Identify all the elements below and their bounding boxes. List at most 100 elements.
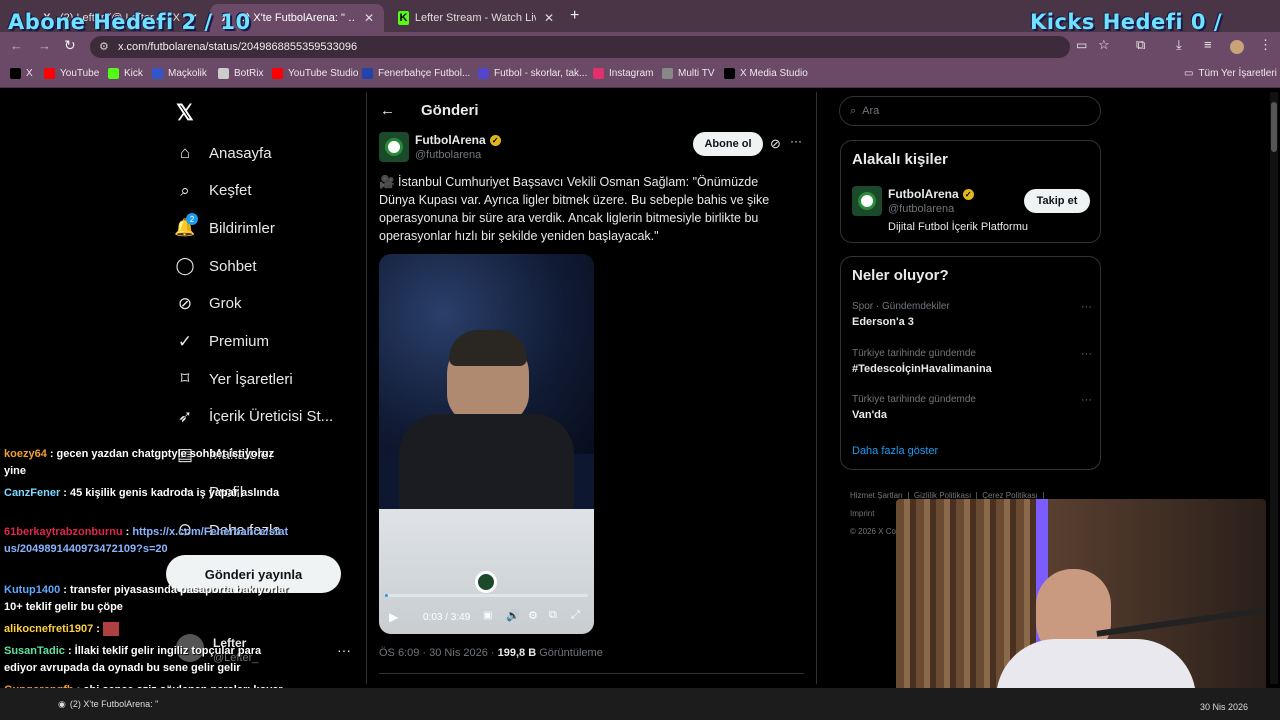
- trend-title: #TedescoİçinHavalimanina: [852, 362, 992, 375]
- all-bookmarks[interactable]: ▭ Tüm Yer İşaretleri: [1184, 68, 1277, 79]
- tab-label: (2) X'te FutbolArena: " … İstanb: [236, 12, 356, 24]
- home-icon: ⌂: [179, 143, 191, 162]
- sidebar-item-ke-fet[interactable]: ⌕ Keşfet: [174, 180, 252, 202]
- browser-icon: ◉: [58, 698, 66, 709]
- sidebar-item-label: Keşfet: [209, 182, 252, 200]
- chat-message: koezy64: gecen yazdan chatgptyle sohbet …: [4, 446, 294, 480]
- site-info-icon[interactable]: ⚙: [99, 40, 109, 53]
- trend-item[interactable]: Türkiye tarihinde gündemde Van'da ···: [852, 394, 1092, 421]
- search-icon: ⌕: [850, 104, 857, 117]
- cast-icon[interactable]: ▭: [1076, 38, 1087, 52]
- more-icon[interactable]: ···: [1081, 394, 1092, 406]
- taskbar-task[interactable]: ◉ (2) X'te FutbolArena: ": [58, 694, 178, 714]
- follow-button[interactable]: Takip et: [1024, 189, 1090, 213]
- tweet-meta: ÖS 6:09 · 30 Nis 2026 · 199,8 B Görüntül…: [379, 647, 603, 659]
- trend-item[interactable]: Spor · Gündemdekiler Ederson'a 3 ···: [852, 301, 1092, 328]
- chat-message: 61berkaytrabzonburnu: https://x.com/Fene…: [4, 524, 294, 558]
- x-icon: [724, 68, 735, 79]
- back-icon[interactable]: ←: [10, 38, 23, 53]
- bookmark-item[interactable]: Multi TV: [662, 68, 715, 79]
- pip-icon[interactable]: ⧉: [549, 609, 557, 622]
- related-avatar[interactable]: [852, 186, 882, 216]
- close-icon[interactable]: ✕: [536, 11, 554, 25]
- notification-badge: 2: [186, 213, 198, 226]
- forward-icon[interactable]: →: [38, 38, 51, 53]
- sidebar-item-grok[interactable]: ⊘ Grok: [174, 293, 242, 315]
- scrollbar[interactable]: [1270, 92, 1278, 684]
- football-icon: [475, 571, 497, 593]
- sidebar-item-sohbet[interactable]: ◯ Sohbet: [174, 255, 256, 277]
- extensions-icon[interactable]: ⧉: [1136, 37, 1145, 53]
- sidebar-item-label: Grok: [209, 295, 242, 313]
- fullscreen-icon[interactable]: ⤢: [571, 609, 580, 622]
- bookmark-item[interactable]: X: [10, 68, 33, 79]
- sidebar-item-i-erik-reticisi-st-[interactable]: ➶ İçerik Üreticisi St...: [174, 406, 333, 428]
- more-icon[interactable]: ···: [1081, 301, 1092, 313]
- more-icon[interactable]: ···: [790, 134, 802, 148]
- taskbar-date: 30 Nis 2026: [1200, 702, 1249, 712]
- tab-kick[interactable]: K Lefter Stream - Watch Live on K ✕: [388, 4, 564, 32]
- bookmark-item[interactable]: BotRix: [218, 68, 263, 79]
- bookmark-item[interactable]: Instagram: [593, 68, 653, 79]
- x-logo-icon[interactable]: 𝕏: [176, 100, 194, 126]
- trend-item[interactable]: Türkiye tarihinde gündemde #TedescoİçinHa…: [852, 348, 1092, 375]
- settings-icon[interactable]: ⚙: [528, 609, 538, 622]
- avatar[interactable]: [1230, 40, 1244, 54]
- media-icon[interactable]: ≡: [1204, 37, 1212, 52]
- tweet-video[interactable]: ▶ 0:03 / 3:49 ▣ 🔊 ⚙ ⧉ ⤢: [379, 254, 594, 634]
- bookmark-item[interactable]: YouTube: [44, 68, 99, 79]
- show-more-link[interactable]: Daha fazla göster: [852, 445, 938, 457]
- captions-icon[interactable]: ▣: [483, 610, 492, 621]
- webcam-overlay: [896, 499, 1266, 706]
- chat-username: SusanTadic: [4, 645, 65, 657]
- author-name-row[interactable]: FutbolArena ✓: [415, 133, 501, 147]
- bookmark-label: X: [26, 68, 33, 79]
- volume-icon[interactable]: 🔊: [506, 609, 520, 622]
- author-avatar[interactable]: [379, 132, 409, 162]
- tweet-views-label: Görüntüleme: [539, 647, 603, 659]
- subscribe-button[interactable]: Abone ol: [693, 132, 763, 156]
- close-icon[interactable]: ✕: [356, 11, 374, 25]
- bookmark-item[interactable]: X Media Studio: [724, 68, 808, 79]
- chat-separator: :: [67, 645, 75, 657]
- address-bar[interactable]: ⚙ x.com/futbolarena/status/2049868855359…: [90, 36, 1070, 58]
- download-icon[interactable]: ⤓: [1176, 37, 1182, 53]
- play-icon[interactable]: ▶: [389, 610, 398, 624]
- trend-title: Van'da: [852, 409, 888, 421]
- grok-icon[interactable]: ⊘: [770, 136, 781, 152]
- new-tab-button[interactable]: +: [570, 7, 579, 25]
- star-icon[interactable]: ☆: [1098, 37, 1110, 53]
- bookmark-item[interactable]: Fenerbahçe Futbol...: [362, 68, 470, 79]
- menu-icon[interactable]: ⋮: [1259, 37, 1272, 53]
- sidebar-item-yer-i-aretleri[interactable]: ⌑ Yer İşaretleri: [174, 368, 293, 390]
- video-progress-track[interactable]: [385, 594, 588, 597]
- chat-username: koezy64: [4, 448, 47, 460]
- mackolik-icon: [152, 68, 163, 79]
- sidebar-item-premium[interactable]: ✓ Premium: [174, 331, 269, 353]
- page-title: Gönderi: [421, 102, 479, 119]
- chat-username: 61berkaytrabzonburnu: [4, 526, 123, 538]
- footer-link[interactable]: Imprint: [850, 509, 874, 518]
- sidebar-item-anasayfa[interactable]: ⌂ Anasayfa: [174, 142, 272, 164]
- bookmark-item[interactable]: Futbol - skorlar, tak...: [478, 68, 587, 79]
- bookmark-icon: ⌑: [180, 369, 190, 389]
- youtube-icon: [44, 68, 55, 79]
- search-input[interactable]: ⌕ Ara: [839, 96, 1101, 126]
- scrollbar-thumb[interactable]: [1271, 102, 1277, 152]
- sidebar-item-bildirimler[interactable]: 🔔 2 Bildirimler: [174, 213, 275, 239]
- kick-icon: K: [398, 11, 409, 25]
- footer-link[interactable]: Hizmet Şartları: [850, 491, 903, 500]
- sidebar-item-label: Yer İşaretleri: [209, 370, 293, 388]
- football-icon: [385, 138, 403, 156]
- related-name-row[interactable]: FutbolArena ✓: [888, 187, 974, 201]
- trends-card: Neler oluyor? Daha fazla göster Spor · G…: [840, 256, 1101, 470]
- bookmark-item[interactable]: YouTube Studio: [272, 68, 358, 79]
- account-more-icon[interactable]: ···: [337, 642, 351, 658]
- trend-category: Türkiye tarihinde gündemde: [852, 394, 976, 405]
- bookmark-item[interactable]: Kick: [108, 68, 143, 79]
- tweet-views: 199,8 B: [497, 647, 537, 659]
- bookmark-item[interactable]: Maçkolik: [152, 68, 207, 79]
- more-icon[interactable]: ···: [1081, 348, 1092, 360]
- reload-icon[interactable]: ↻: [64, 37, 76, 54]
- back-arrow-icon[interactable]: ←: [380, 102, 395, 119]
